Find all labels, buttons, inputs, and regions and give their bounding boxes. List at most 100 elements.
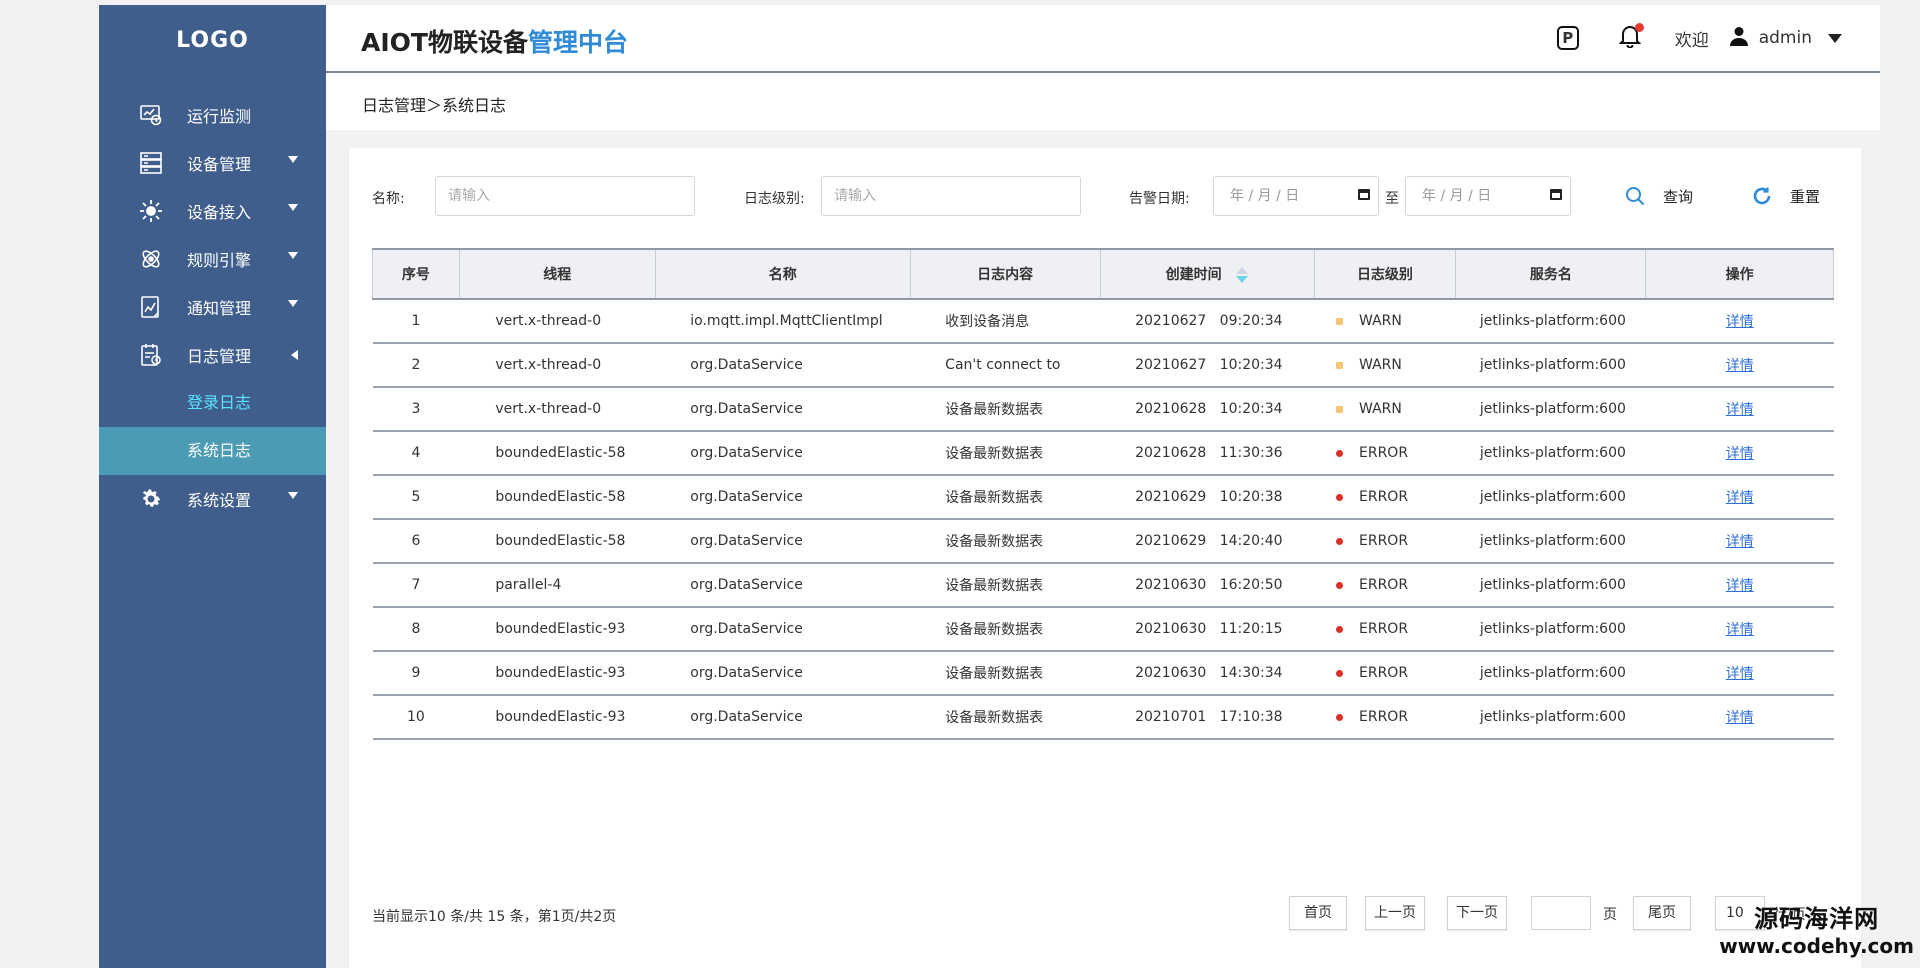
monitor-icon — [137, 101, 165, 129]
log-table: 序号 线程 名称 日志内容 创建时间 日志级别 服务名 操作 1 vert.x-t… — [372, 248, 1834, 740]
sort-icon[interactable] — [1236, 267, 1249, 283]
date-separator: 至 — [1385, 191, 1399, 207]
cell-action: 详情 — [1645, 607, 1834, 652]
detail-link[interactable]: 详情 — [1726, 402, 1754, 418]
detail-link[interactable]: 详情 — [1726, 578, 1754, 594]
sidebar-item-label: 设备管理 — [187, 155, 252, 174]
chevron-down-icon — [288, 156, 298, 163]
cell-level: ERROR — [1314, 563, 1456, 608]
sidebar-item-system-settings[interactable]: 系统设置 — [99, 475, 326, 523]
chevron-left-icon — [291, 350, 298, 360]
detail-link[interactable]: 详情 — [1726, 490, 1754, 506]
calendar-icon[interactable] — [1550, 189, 1562, 200]
breadcrumb-bar: 日志管理＞系统日志 — [326, 73, 1880, 130]
cell-name: org.DataService — [655, 431, 911, 476]
detail-link[interactable]: 详情 — [1726, 710, 1754, 726]
page-number-input[interactable] — [1531, 896, 1591, 930]
breadcrumb: 日志管理＞系统日志 — [362, 96, 507, 115]
parking-icon[interactable]: P — [1556, 26, 1579, 50]
username[interactable]: admin — [1759, 28, 1812, 48]
cell-thread: boundedElastic-58 — [459, 519, 656, 564]
cell-index: 5 — [372, 475, 460, 520]
last-page-button[interactable]: 尾页 — [1633, 896, 1691, 930]
cell-index: 7 — [372, 563, 460, 608]
level-indicator-icon — [1336, 713, 1343, 721]
cell-action: 详情 — [1645, 343, 1834, 388]
sidebar-subitem-system-log[interactable]: 系统日志 — [99, 427, 326, 475]
reset-button[interactable]: 重置 — [1752, 176, 1820, 216]
table-header: 序号 线程 名称 日志内容 创建时间 日志级别 服务名 操作 — [372, 248, 1834, 300]
sidebar-item-label: 设备接入 — [187, 203, 252, 222]
cell-action: 详情 — [1645, 431, 1834, 476]
detail-link[interactable]: 详情 — [1726, 314, 1754, 330]
chevron-down-icon[interactable] — [1828, 33, 1842, 43]
end-date-input[interactable]: 年 / 月 / 日 — [1405, 176, 1571, 216]
cell-service: jetlinks-platform:600 — [1455, 387, 1646, 432]
cell-created-time: 20210630 14:30:34 — [1100, 651, 1314, 696]
detail-link[interactable]: 详情 — [1726, 622, 1754, 638]
first-page-button[interactable]: 首页 — [1289, 896, 1347, 930]
sidebar-subitem-login-log[interactable]: 登录日志 — [99, 379, 326, 427]
level-text: ERROR — [1359, 533, 1409, 549]
sidebar-item-device-management[interactable]: 设备管理 — [99, 139, 326, 187]
sidebar-item-device-access[interactable]: 设备接入 — [99, 187, 326, 235]
column-header-created-time[interactable]: 创建时间 — [1099, 248, 1315, 300]
cell-level: ERROR — [1314, 519, 1456, 564]
level-text: ERROR — [1359, 709, 1409, 725]
cell-created-time: 20210629 10:20:38 — [1100, 475, 1314, 520]
search-icon — [1626, 187, 1645, 206]
start-date-input[interactable]: 年 / 月 / 日 — [1213, 176, 1379, 216]
cell-name: org.DataService — [655, 651, 911, 696]
sidebar-item-log-management[interactable]: 日志管理 — [99, 331, 326, 379]
header-actions: P 欢迎 admin — [1556, 5, 1842, 71]
table-row: 5 boundedElastic-58 org.DataService 设备最新数据表… — [372, 475, 1834, 520]
refresh-icon — [1753, 187, 1771, 205]
level-indicator-icon — [1336, 669, 1343, 677]
level-indicator-icon — [1336, 581, 1343, 589]
table-row: 9 boundedElastic-93 org.DataService 设备最新数据表… — [372, 651, 1834, 696]
cell-action: 详情 — [1645, 695, 1834, 740]
atom-icon — [137, 245, 165, 273]
detail-link[interactable]: 详情 — [1726, 446, 1754, 462]
cell-created-time: 20210629 14:20:40 — [1100, 519, 1314, 564]
level-text: WARN — [1359, 357, 1402, 373]
detail-link[interactable]: 详情 — [1726, 666, 1754, 682]
cell-thread: boundedElastic-58 — [459, 475, 656, 520]
calendar-icon[interactable] — [1358, 189, 1370, 200]
detail-link[interactable]: 详情 — [1726, 358, 1754, 374]
sidebar-item-label: 通知管理 — [187, 299, 252, 318]
app-root: LOGO 运行监测 设备管理 设备接入 规则引擎 通知管理 日志管理 登录日志 … — [0, 0, 1920, 968]
search-button[interactable]: 查询 — [1625, 176, 1693, 216]
cell-index: 3 — [372, 387, 460, 432]
cell-action: 详情 — [1645, 299, 1834, 344]
gear-icon — [137, 485, 165, 513]
sidebar-item-notification[interactable]: 通知管理 — [99, 283, 326, 331]
cell-content: 设备最新数据表 — [910, 387, 1101, 432]
detail-link[interactable]: 详情 — [1726, 534, 1754, 550]
app-title: AIOT物联设备管理中台 — [361, 23, 628, 59]
cell-service: jetlinks-platform:600 — [1455, 607, 1646, 652]
table-row: 1 vert.x-thread-0 io.mqtt.impl.MqttClientI… — [372, 299, 1834, 344]
notification-dot — [1634, 22, 1644, 32]
next-page-button[interactable]: 下一页 — [1447, 896, 1507, 930]
level-filter-input[interactable] — [821, 176, 1081, 216]
cell-content: 设备最新数据表 — [910, 475, 1101, 520]
level-text: ERROR — [1359, 621, 1409, 637]
sidebar-item-rule-engine[interactable]: 规则引擎 — [99, 235, 326, 283]
cell-name: org.DataService — [655, 387, 911, 432]
cell-index: 4 — [372, 431, 460, 476]
level-text: WARN — [1359, 401, 1402, 417]
cell-service: jetlinks-platform:600 — [1455, 519, 1646, 564]
name-filter-input[interactable] — [435, 176, 695, 216]
user-icon[interactable] — [1729, 26, 1749, 51]
cell-content: 设备最新数据表 — [910, 695, 1101, 740]
cell-service: jetlinks-platform:600 — [1455, 475, 1646, 520]
chart-doc-icon — [137, 293, 165, 321]
sun-icon — [137, 197, 165, 225]
bell-icon[interactable] — [1618, 22, 1644, 53]
sidebar-item-monitoring[interactable]: 运行监测 — [99, 91, 326, 139]
chevron-down-icon — [288, 252, 298, 259]
cell-thread: boundedElastic-93 — [459, 607, 656, 652]
prev-page-button[interactable]: 上一页 — [1365, 896, 1425, 930]
level-indicator-icon — [1336, 361, 1343, 369]
